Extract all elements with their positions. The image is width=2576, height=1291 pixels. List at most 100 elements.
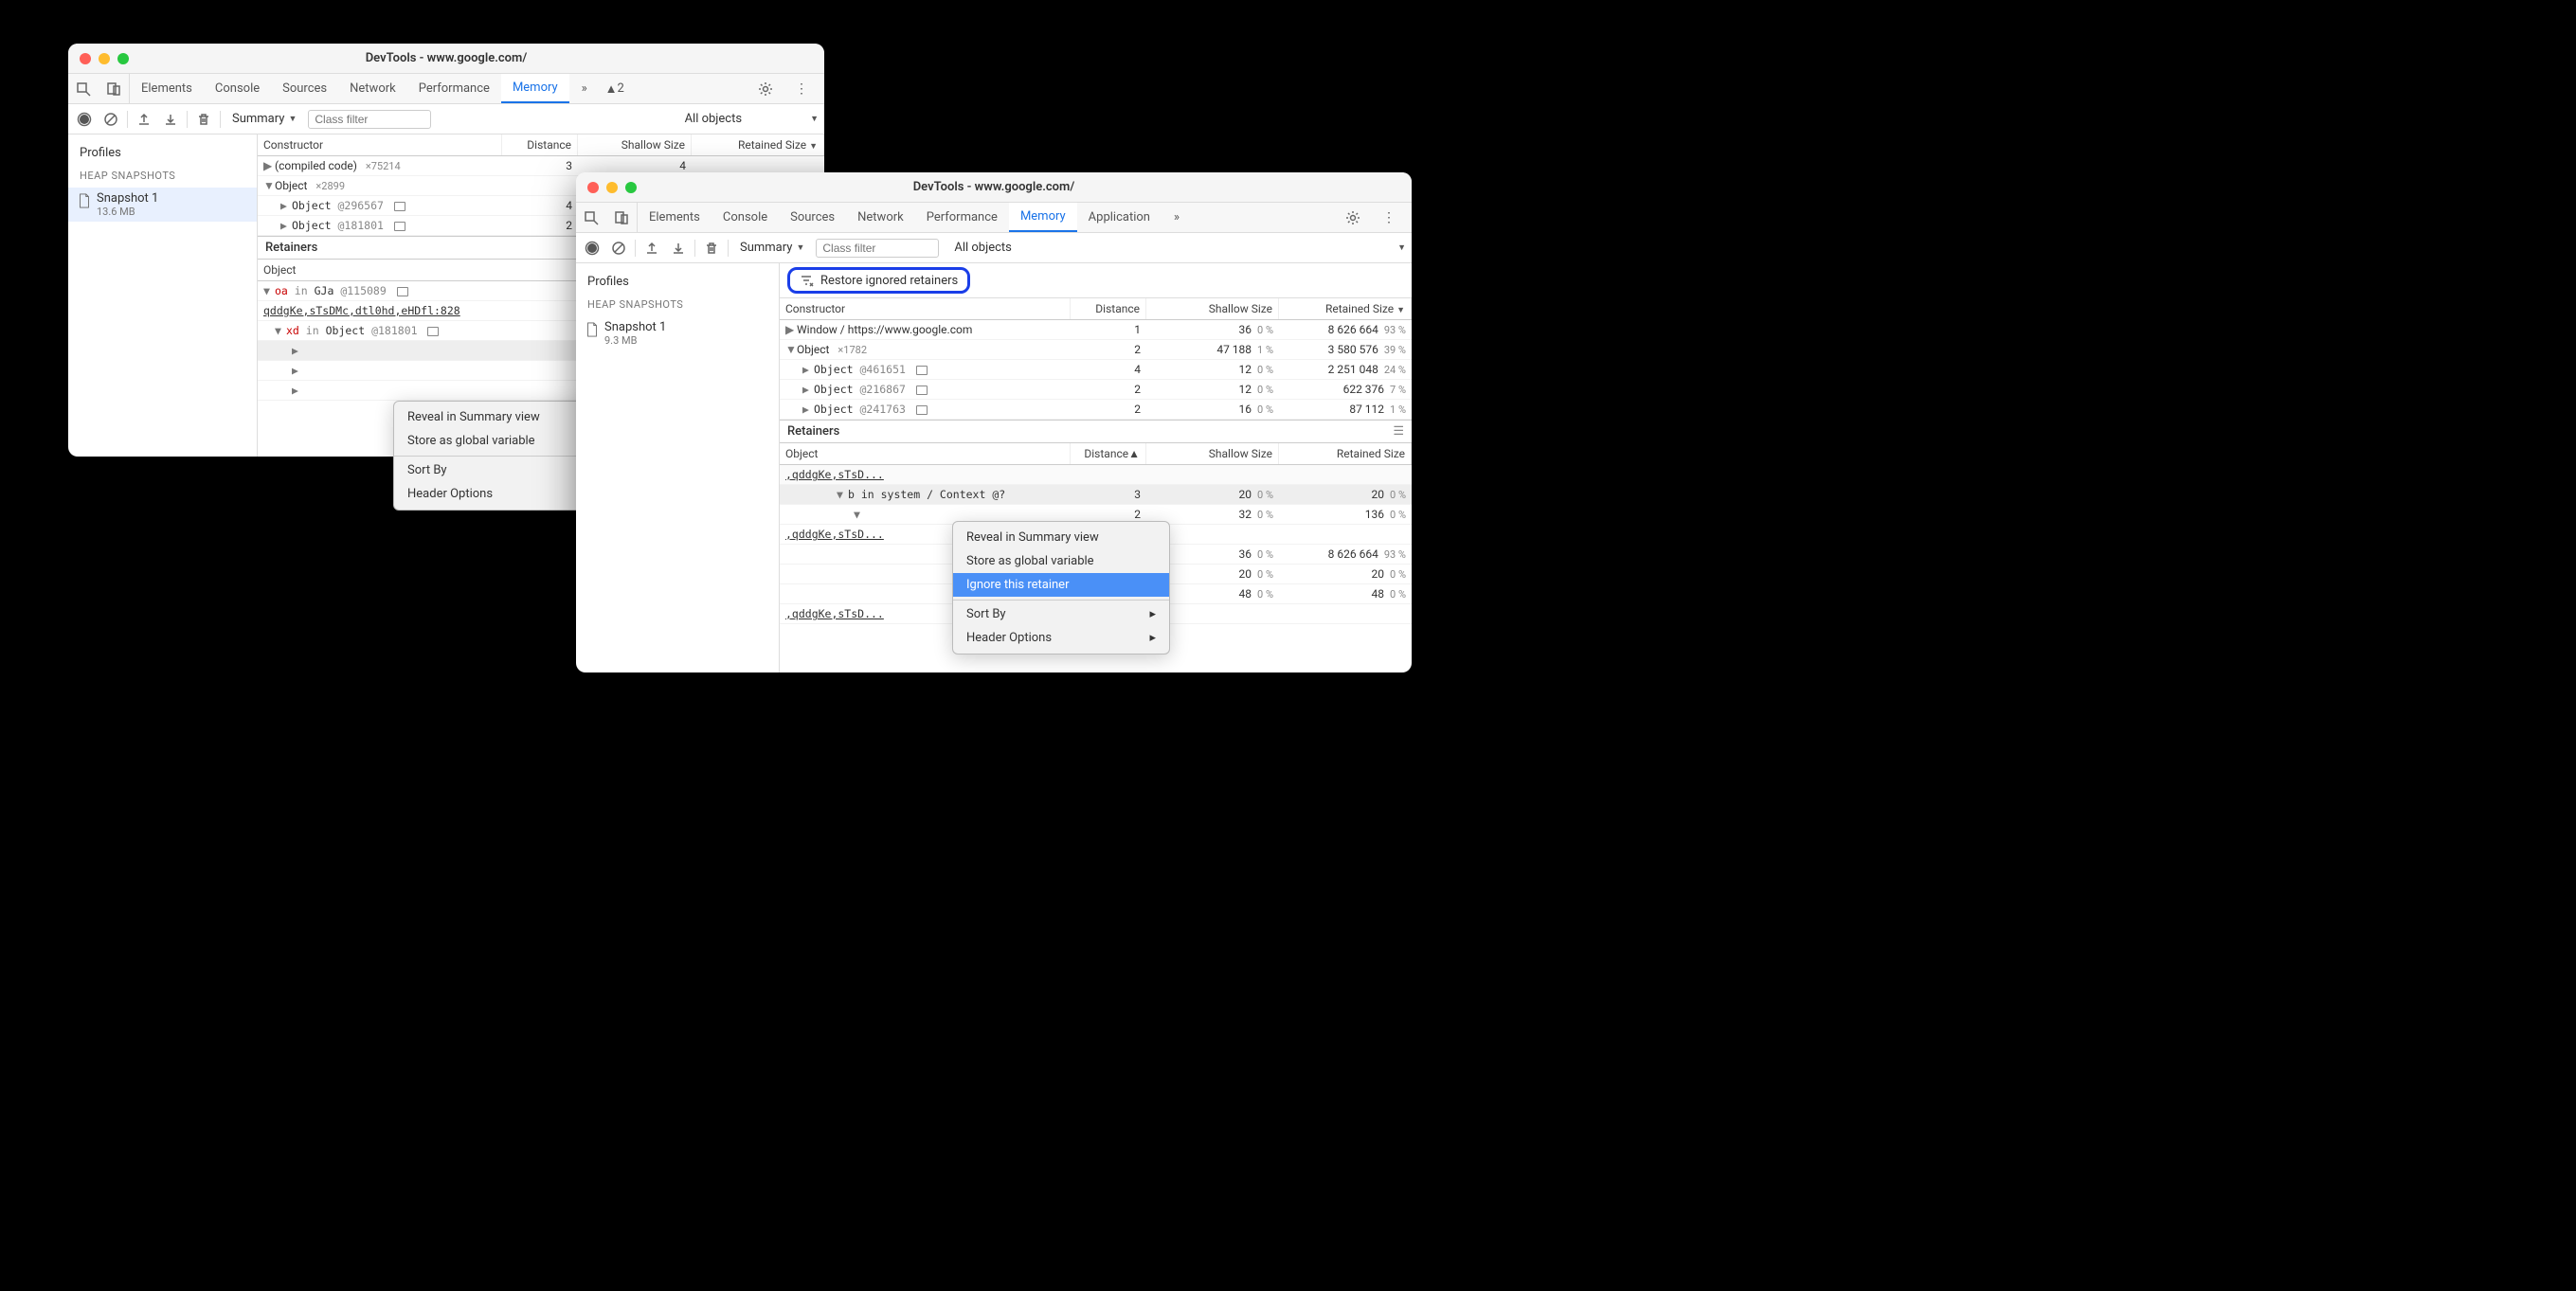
device-toolbar-icon[interactable] bbox=[99, 74, 129, 103]
table-row[interactable]: ▶Object @216867 2 120 % 622 3767 % bbox=[780, 380, 1412, 400]
col-shallow[interactable]: Shallow Size bbox=[1146, 298, 1279, 319]
view-summary-label: Summary bbox=[232, 112, 284, 126]
filter-remove-icon bbox=[800, 273, 815, 288]
retainer-stack[interactable]: ,qddgKe,sTsD... bbox=[780, 465, 1412, 485]
delete-icon[interactable] bbox=[193, 109, 214, 130]
view-summary-dropdown[interactable]: Summary ▼ bbox=[226, 112, 302, 126]
snapshot-size: 9.3 MB bbox=[604, 334, 769, 347]
col-shallow[interactable]: Shallow Size bbox=[578, 134, 692, 155]
settings-gear-icon[interactable] bbox=[750, 81, 781, 97]
inspect-icon[interactable] bbox=[68, 74, 99, 103]
tab-console[interactable]: Console bbox=[712, 203, 779, 232]
table-row[interactable]: ▶Window / https://www.google.com 1 360 %… bbox=[780, 320, 1412, 340]
restore-retainers-button[interactable]: Restore ignored retainers bbox=[787, 267, 970, 294]
ctx-sort[interactable]: Sort By▸ bbox=[953, 600, 1169, 626]
snapshot-item[interactable]: Snapshot 1 9.3 MB bbox=[576, 316, 779, 350]
kebab-menu-icon[interactable]: ⋮ bbox=[786, 81, 817, 97]
object-link-icon bbox=[916, 366, 928, 375]
table-row[interactable]: ▶Object @461651 4 120 % 2 251 04824 % bbox=[780, 360, 1412, 380]
retcol-shallow[interactable]: Shallow Size bbox=[1146, 443, 1279, 464]
issues-badge[interactable]: ▲ 2 bbox=[600, 74, 630, 103]
ctx-store[interactable]: Store as global variable bbox=[953, 549, 1169, 573]
issues-count: 2 bbox=[617, 81, 623, 96]
zoom-dot-icon[interactable] bbox=[625, 182, 637, 193]
table-row[interactable]: ▼Object ×1782 2 47 1881 % 3 580 57639 % bbox=[780, 340, 1412, 360]
tab-sources[interactable]: Sources bbox=[271, 74, 338, 103]
device-toolbar-icon[interactable] bbox=[606, 203, 637, 232]
table-row[interactable]: ▶Object @241763 2 160 % 87 1121 % bbox=[780, 400, 1412, 420]
retcol-retained[interactable]: Retained Size bbox=[1279, 443, 1412, 464]
delete-icon[interactable] bbox=[701, 238, 722, 259]
class-filter-input[interactable] bbox=[816, 239, 939, 258]
restore-retainers-label: Restore ignored retainers bbox=[820, 274, 958, 288]
tab-network[interactable]: Network bbox=[338, 74, 407, 103]
tabs-overflow-icon[interactable]: » bbox=[1162, 203, 1192, 232]
view-summary-label: Summary bbox=[740, 241, 792, 255]
tabs-overflow-icon[interactable]: » bbox=[569, 74, 600, 103]
close-dot-icon[interactable] bbox=[587, 182, 599, 193]
upload-icon[interactable] bbox=[641, 238, 662, 259]
tab-elements[interactable]: Elements bbox=[638, 203, 712, 232]
zoom-dot-icon[interactable] bbox=[117, 53, 129, 64]
kebab-menu-icon[interactable]: ⋮ bbox=[1374, 210, 1404, 225]
object-link-icon bbox=[916, 405, 928, 415]
upload-icon[interactable] bbox=[134, 109, 154, 130]
titlebar: DevTools - www.google.com/ bbox=[576, 172, 1412, 203]
clear-icon[interactable] bbox=[100, 109, 121, 130]
tab-bar: Elements Console Sources Network Perform… bbox=[576, 203, 1412, 233]
ctx-ignore-retainer[interactable]: Ignore this retainer bbox=[953, 573, 1169, 597]
download-icon[interactable] bbox=[668, 238, 689, 259]
tab-elements[interactable]: Elements bbox=[130, 74, 204, 103]
minimize-dot-icon[interactable] bbox=[99, 53, 110, 64]
minimize-dot-icon[interactable] bbox=[606, 182, 618, 193]
retcol-distance[interactable]: Distance▲ bbox=[1071, 443, 1146, 464]
snapshot-size: 13.6 MB bbox=[97, 206, 247, 218]
tab-memory[interactable]: Memory bbox=[1009, 203, 1077, 232]
scope-label: All objects bbox=[685, 112, 743, 126]
tab-network[interactable]: Network bbox=[846, 203, 915, 232]
snapshot-item[interactable]: Snapshot 1 13.6 MB bbox=[68, 188, 257, 222]
scope-dropdown[interactable]: All objects bbox=[948, 241, 1018, 255]
sidebar: Profiles HEAP SNAPSHOTS Snapshot 1 9.3 M… bbox=[576, 263, 780, 672]
tab-console[interactable]: Console bbox=[204, 74, 271, 103]
tab-application[interactable]: Application bbox=[1077, 203, 1162, 232]
snapshot-name: Snapshot 1 bbox=[604, 320, 769, 334]
snapshot-name: Snapshot 1 bbox=[97, 191, 247, 206]
inspect-icon[interactable] bbox=[576, 203, 606, 232]
retainers-header: Retainers☰ bbox=[780, 420, 1412, 443]
col-retained[interactable]: Retained Size ▼ bbox=[1279, 298, 1412, 319]
tab-performance[interactable]: Performance bbox=[407, 74, 501, 103]
col-distance[interactable]: Distance bbox=[502, 134, 578, 155]
profiles-header: Profiles bbox=[576, 271, 779, 293]
table-header: Constructor Distance Shallow Size Retain… bbox=[258, 134, 824, 156]
tab-memory[interactable]: Memory bbox=[501, 74, 569, 103]
tab-performance[interactable]: Performance bbox=[915, 203, 1009, 232]
traffic-lights bbox=[587, 182, 637, 193]
settings-gear-icon[interactable] bbox=[1338, 210, 1368, 225]
heap-snapshots-header: HEAP SNAPSHOTS bbox=[576, 293, 779, 316]
ctx-header[interactable]: Header Options▸ bbox=[953, 626, 1169, 650]
record-icon[interactable] bbox=[582, 238, 603, 259]
snapshot-icon bbox=[78, 193, 91, 208]
tab-sources[interactable]: Sources bbox=[779, 203, 846, 232]
record-icon[interactable] bbox=[74, 109, 95, 130]
clear-icon[interactable] bbox=[608, 238, 629, 259]
col-constructor[interactable]: Constructor bbox=[258, 134, 502, 155]
scope-label: All objects bbox=[954, 241, 1012, 255]
window-title: DevTools - www.google.com/ bbox=[68, 51, 824, 65]
sidebar: Profiles HEAP SNAPSHOTS Snapshot 1 13.6 … bbox=[68, 134, 258, 457]
download-icon[interactable] bbox=[160, 109, 181, 130]
hamburger-icon[interactable]: ☰ bbox=[1393, 424, 1404, 439]
retcol-object[interactable]: Object bbox=[780, 443, 1071, 464]
object-link-icon bbox=[916, 386, 928, 395]
view-summary-dropdown[interactable]: Summary ▼ bbox=[734, 241, 810, 255]
class-filter-input[interactable] bbox=[308, 110, 431, 129]
scope-dropdown[interactable]: All objects bbox=[679, 112, 748, 126]
object-link-icon bbox=[427, 327, 439, 336]
retainer-row[interactable]: ▼b in system / Context @? 3 200 % 200 % bbox=[780, 485, 1412, 505]
col-distance[interactable]: Distance bbox=[1071, 298, 1146, 319]
ctx-reveal[interactable]: Reveal in Summary view bbox=[953, 526, 1169, 549]
col-constructor[interactable]: Constructor bbox=[780, 298, 1071, 319]
col-retained[interactable]: Retained Size ▼ bbox=[692, 134, 824, 155]
close-dot-icon[interactable] bbox=[80, 53, 91, 64]
